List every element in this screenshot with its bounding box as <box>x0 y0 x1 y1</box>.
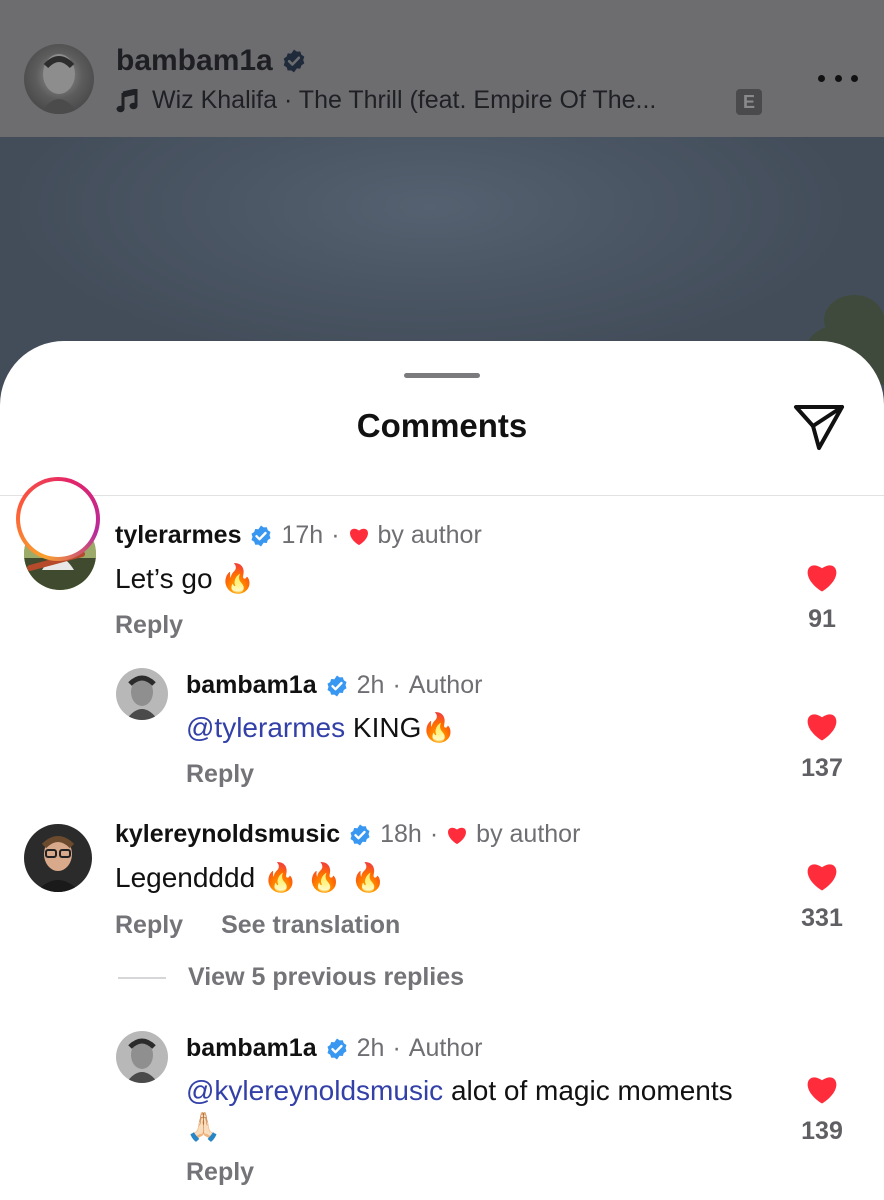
fire-emoji: 🔥 🔥 🔥 <box>262 861 386 894</box>
see-translation-button[interactable]: See translation <box>221 911 400 940</box>
comment-username[interactable]: tylerarmes <box>115 521 241 550</box>
like-count: 91 <box>808 605 836 633</box>
drag-handle[interactable] <box>404 373 480 378</box>
comment-time: 2h <box>356 1034 385 1062</box>
like-button[interactable]: 139 <box>792 1073 852 1146</box>
like-button[interactable]: 91 <box>792 561 852 634</box>
more-options-icon[interactable] <box>818 66 858 90</box>
comment-time: 2h <box>356 671 385 699</box>
comment-text: Legendddd 🔥 🔥 🔥 <box>115 861 386 894</box>
mention-link[interactable]: @kylereynoldsmusic <box>186 1075 443 1106</box>
heart-icon <box>807 565 837 592</box>
fire-emoji: 🔥 <box>220 562 256 595</box>
commenter-avatar[interactable] <box>116 668 168 720</box>
post-author-name[interactable]: bambam1a <box>116 44 273 78</box>
replies-divider <box>118 976 166 979</box>
verified-badge-icon <box>325 1037 349 1061</box>
comment-text: @tylerarmes KING🔥 <box>186 711 457 744</box>
commenter-avatar-photo[interactable] <box>24 824 92 892</box>
commenter-avatar[interactable] <box>116 1031 168 1083</box>
music-track[interactable]: Wiz Khalifa · The Thrill (feat. Empire O… <box>152 86 656 115</box>
post-author-avatar[interactable] <box>24 44 94 114</box>
mention-link[interactable]: @tylerarmes <box>186 712 345 743</box>
explicit-badge: E <box>736 89 762 115</box>
sheet-title: Comments <box>356 407 528 444</box>
liked-by-author-label: by author <box>377 521 482 549</box>
comment-time: 18h <box>380 820 422 848</box>
view-previous-replies-button[interactable]: View 5 previous replies <box>118 963 464 992</box>
heart-icon <box>807 714 837 741</box>
heart-icon <box>807 1077 837 1104</box>
like-count: 331 <box>801 904 843 932</box>
send-icon <box>794 405 844 450</box>
post-author-username[interactable]: bambam1a <box>116 44 315 78</box>
view-previous-replies-label[interactable]: View 5 previous replies <box>188 963 464 992</box>
share-button[interactable] <box>792 402 846 452</box>
author-label: Author <box>408 1034 483 1062</box>
like-button[interactable]: 331 <box>792 860 852 933</box>
author-label: Author <box>408 671 483 699</box>
reply-button[interactable]: Reply <box>115 911 183 940</box>
comment-text: @kylereynoldsmusic alot of magic moments… <box>186 1075 733 1143</box>
like-count: 139 <box>801 1117 843 1145</box>
comment-username[interactable]: bambam1a <box>186 671 317 700</box>
reply-button[interactable]: Reply <box>115 611 183 640</box>
verified-badge-icon <box>348 823 372 847</box>
fire-emoji: 🔥 <box>421 711 457 744</box>
reply-button[interactable]: Reply <box>186 760 254 789</box>
verified-badge-icon <box>281 48 307 74</box>
verified-badge-icon <box>249 524 273 548</box>
heart-icon <box>446 825 468 845</box>
heart-icon <box>807 864 837 891</box>
verified-badge-icon <box>325 674 349 698</box>
comment-time: 17h <box>281 521 324 549</box>
comment-username[interactable]: kylereynoldsmusic <box>115 820 340 849</box>
like-button[interactable]: 137 <box>792 710 852 783</box>
heart-icon <box>348 526 370 546</box>
post-music[interactable]: Wiz Khalifa · The Thrill (feat. Empire O… <box>116 86 656 115</box>
story-ring[interactable] <box>16 477 100 561</box>
comment-text: Let’s go 🔥 <box>115 562 256 595</box>
music-note-icon <box>116 88 138 113</box>
comment-username[interactable]: bambam1a <box>186 1034 317 1063</box>
praying-hands-emoji: 🙏🏻 <box>186 1110 221 1143</box>
like-count: 137 <box>801 754 843 782</box>
header-divider <box>0 495 884 496</box>
liked-by-author-label: by author <box>476 820 581 848</box>
reply-button[interactable]: Reply <box>186 1158 254 1187</box>
